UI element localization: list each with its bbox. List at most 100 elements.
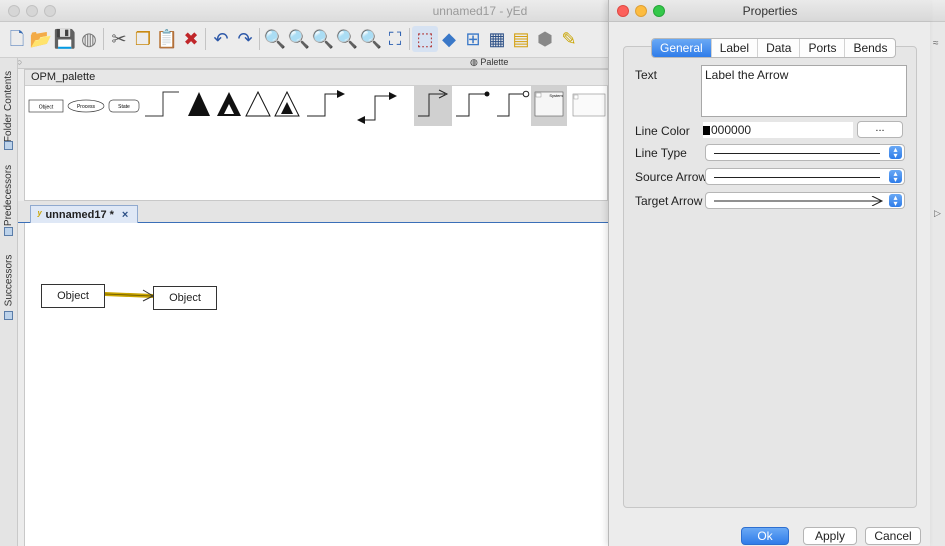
right-collapsed-panel: ≈ ▷ <box>930 22 945 546</box>
apply-button[interactable]: Apply <box>803 527 857 545</box>
snap-icon[interactable]: ⊞ <box>460 26 486 52</box>
palette-generalization-icon[interactable] <box>245 90 271 117</box>
line-color-field[interactable]: 000000 <box>703 122 853 138</box>
expand-arrow-icon[interactable]: ▷ <box>934 208 941 219</box>
redo-icon[interactable]: ↷ <box>232 26 258 52</box>
line-color-value: 000000 <box>711 123 752 137</box>
line-type-preview <box>714 153 880 154</box>
new-document-icon[interactable]: 🗋 <box>4 26 30 52</box>
minimize-window-button[interactable] <box>26 5 38 17</box>
close-tab-icon[interactable]: × <box>122 209 128 221</box>
chevron-updown-icon: ▴ ▾ <box>889 194 902 208</box>
palette-link-tagged[interactable] <box>307 90 345 117</box>
node-label: Object <box>169 292 201 304</box>
undo-icon[interactable]: ↶ <box>208 26 234 52</box>
tab-predecessors[interactable]: Predecessors <box>1 154 17 236</box>
close-window-button[interactable] <box>8 5 20 17</box>
window-title: unnamed17 - yEd <box>432 4 528 18</box>
plugin-icon[interactable]: ✎ <box>556 26 582 52</box>
palette-aggregation-icon[interactable] <box>188 92 210 116</box>
tab-successors[interactable]: Successors <box>1 240 17 320</box>
yed-document-icon: ʸ <box>37 208 42 221</box>
collapse-icon[interactable]: ≈ <box>933 38 939 49</box>
palette-selected-highlight <box>414 86 452 126</box>
successors-icon <box>4 311 13 320</box>
tab-data[interactable]: Data <box>758 39 801 57</box>
cut-icon[interactable]: ✂ <box>106 26 132 52</box>
palette-link-instrument[interactable] <box>497 90 530 117</box>
screen: unnamed17 - yEd 🗋 📂 💾 ◍ ✂ ❐ 📋 ✖ ↶ ↷ 🔍 🔍 … <box>0 0 945 546</box>
folder-contents-icon <box>4 141 13 150</box>
palette-state[interactable]: State <box>108 99 140 113</box>
paste-icon[interactable]: 📋 <box>154 26 180 52</box>
palette-container[interactable] <box>572 93 606 117</box>
edge-layer <box>103 289 155 302</box>
properties-title: Properties <box>742 4 798 18</box>
palette-classification-icon[interactable] <box>274 90 300 117</box>
zoom-out-icon[interactable]: 🔍 <box>286 26 312 52</box>
source-arrow-select[interactable]: ▴ ▾ <box>705 168 905 185</box>
settings-icon[interactable]: ⬢ <box>532 26 558 52</box>
line-color-label: Line Color <box>635 124 690 138</box>
fit-content-icon[interactable]: ⛶ <box>382 26 408 52</box>
palette-exhibition-icon[interactable] <box>217 92 241 116</box>
zoom-fit-icon[interactable]: 🔍 <box>310 26 336 52</box>
source-arrow-label: Source Arrow <box>635 170 708 184</box>
tab-bends[interactable]: Bends <box>845 39 895 57</box>
document-tab[interactable]: ʸ unnamed17 * × <box>30 205 138 223</box>
tab-predecessors-label: Predecessors <box>3 164 15 226</box>
palette-link-orthogonal[interactable] <box>145 91 179 117</box>
target-arrow-label: Target Arrow <box>635 194 703 208</box>
target-arrow-preview <box>714 196 884 206</box>
line-type-select[interactable]: ▴ ▾ <box>705 144 905 161</box>
source-arrow-preview <box>714 177 880 178</box>
palette-title-text: Palette <box>480 57 509 67</box>
graph-node-object-target[interactable]: Object <box>153 286 217 310</box>
properties-titlebar: Properties <box>609 0 931 22</box>
tab-general[interactable]: General <box>652 39 712 57</box>
tab-folder-contents[interactable]: Folder Contents <box>1 62 17 150</box>
text-field[interactable]: Label the Arrow <box>701 65 907 117</box>
palette-system[interactable]: System <box>534 91 563 117</box>
left-side-tabs: Folder Contents Predecessors Successors <box>0 58 18 546</box>
zoom-selection-icon[interactable]: 🔍 <box>358 26 384 52</box>
palette-link-bidirectional[interactable] <box>357 92 397 124</box>
cancel-button[interactable]: Cancel <box>865 527 921 545</box>
text-label: Text <box>635 68 658 82</box>
toolbar-separator <box>409 28 410 50</box>
toolbar-separator <box>205 28 206 50</box>
line-type-label: Line Type <box>635 146 687 160</box>
delete-icon[interactable]: ✖ <box>178 26 204 52</box>
document-tab-bar: ʸ unnamed17 * × <box>18 201 608 223</box>
palette-system-label: System <box>549 93 563 98</box>
grid-icon[interactable]: ▦ <box>484 26 510 52</box>
graph-node-object-source[interactable]: Object <box>41 284 105 308</box>
edit-mode-icon[interactable]: ⬚ <box>412 26 438 52</box>
opm-palette-header[interactable]: OPM_palette <box>25 70 609 86</box>
predecessors-icon <box>4 227 13 236</box>
layout-icon[interactable]: ◆ <box>436 26 462 52</box>
palette-process[interactable]: Process <box>67 99 105 113</box>
graph-canvas[interactable]: Object Object <box>24 223 608 546</box>
tab-ports[interactable]: Ports <box>800 39 846 57</box>
tab-label[interactable]: Label <box>712 39 759 57</box>
target-arrow-select[interactable]: ▴ ▾ <box>705 192 905 209</box>
tab-folder-contents-label: Folder Contents <box>3 70 15 142</box>
palette-icon[interactable]: ▤ <box>508 26 534 52</box>
palette-title: ◍ Palette <box>470 57 509 67</box>
document-tab-label: unnamed17 * <box>45 208 114 221</box>
properties-dialog: Properties General Label Data Ports Bend… <box>608 0 931 546</box>
palette-link-agent[interactable] <box>456 91 490 117</box>
zoom-in-icon[interactable]: 🔍 <box>262 26 288 52</box>
open-folder-icon[interactable]: 📂 <box>28 26 54 52</box>
palette-object-label: Object <box>39 105 54 111</box>
copy-icon[interactable]: ❐ <box>130 26 156 52</box>
zoom-window-button[interactable] <box>44 5 56 17</box>
zoom-area-icon[interactable]: 🔍 <box>334 26 360 52</box>
save-icon[interactable]: 💾 <box>52 26 78 52</box>
choose-color-button[interactable]: ... <box>857 121 903 138</box>
cube-icon[interactable]: ◍ <box>76 26 102 52</box>
ok-button[interactable]: Ok <box>741 527 789 545</box>
palette-object[interactable]: Object <box>28 99 64 113</box>
toolbar-separator <box>259 28 260 50</box>
